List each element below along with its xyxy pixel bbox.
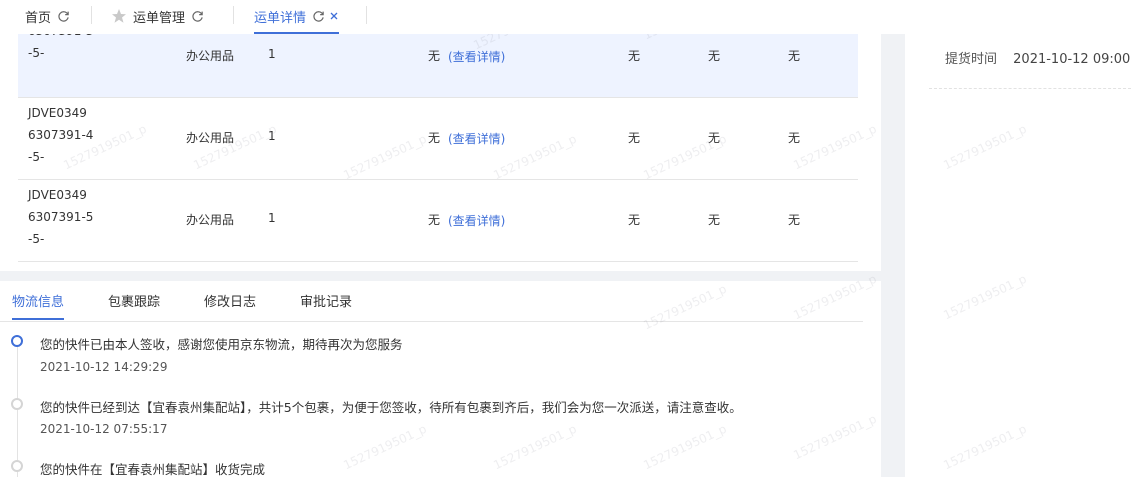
- code-line: JDVE0349: [28, 188, 87, 202]
- table-row[interactable]: JDVE0349 6307391-4 -5- 办公用品 1 无 (查看详情) 无…: [18, 97, 858, 180]
- dashed-divider: [929, 88, 1131, 89]
- cell-value: 无: [788, 213, 801, 227]
- watermark: 1527919501_p: [491, 421, 579, 473]
- tab-waybill-management-label: 运单管理: [133, 10, 186, 26]
- cell-value: 无: [788, 49, 801, 63]
- cell-value: 无: [628, 49, 641, 63]
- pickup-time-value: 2021-10-12 09:00:0: [1013, 52, 1131, 67]
- tab-waybill-detail-label: 运单详情: [254, 10, 307, 26]
- watermark: 1527919501_p: [341, 421, 429, 473]
- tab-divider: [366, 6, 367, 24]
- timeline-event-time: 2021-10-12 07:55:17: [40, 422, 168, 436]
- item-category: 办公用品: [186, 49, 235, 63]
- cell-value: 无: [788, 131, 801, 145]
- pickup-time-label: 提货时间: [945, 52, 998, 67]
- tab-waybill-detail[interactable]: 运单详情: [254, 0, 340, 34]
- tab-approval-records[interactable]: 审批记录: [300, 291, 352, 318]
- timeline-event-time: 2021-10-12 14:29:29: [40, 360, 168, 374]
- timeline-dot: [11, 460, 23, 472]
- star-icon[interactable]: [111, 8, 127, 24]
- code-line: -5-: [28, 46, 45, 60]
- pickup-time: 提货时间 2021-10-12 09:00:0: [945, 48, 1131, 67]
- tab-bar: 首页 运单管理 运单详情: [0, 0, 1131, 34]
- item-quantity: 1: [268, 47, 276, 61]
- view-details-link[interactable]: (查看详情): [448, 130, 505, 147]
- timeline-dot: [11, 335, 23, 347]
- timeline-event-text: 您的快件已由本人签收，感谢您使用京东物流，期待再次为您服务: [40, 337, 403, 352]
- tab-home[interactable]: 首页: [25, 0, 70, 32]
- watermark: 1527919501_p: [941, 271, 1029, 323]
- item-quantity: 1: [268, 211, 276, 225]
- view-details-link[interactable]: (查看详情): [448, 48, 505, 65]
- refresh-icon[interactable]: [57, 10, 70, 23]
- cell-value: 无: [428, 213, 441, 227]
- tab-logistics-info[interactable]: 物流信息: [12, 291, 65, 320]
- timeline-line: [17, 346, 18, 477]
- code-line: JDVE0349: [28, 106, 87, 120]
- cell-value: 无: [708, 213, 721, 227]
- cell-value: 无: [708, 131, 721, 145]
- section-divider: [0, 271, 881, 281]
- watermark: 1527919501_p: [791, 411, 879, 463]
- waybill-code: JDVE0349 6307391-5 -5-: [28, 184, 93, 250]
- item-quantity: 1: [268, 129, 276, 143]
- watermark: 1527919501_p: [641, 421, 729, 473]
- waybill-code: JDVE0349 6307391-4 -5-: [28, 102, 93, 168]
- cell-value: 无: [428, 49, 441, 63]
- tab-package-tracking[interactable]: 包裹跟踪: [108, 291, 160, 318]
- tab-divider: [91, 6, 92, 24]
- cell-value: 无: [708, 49, 721, 63]
- view-details-link[interactable]: (查看详情): [448, 212, 505, 229]
- timeline-event-text: 您的快件已经到达【宜春袁州集配站】，共计5个包裹，为便于您签收，待所有包裹到齐后…: [40, 400, 742, 415]
- tab-divider: [233, 6, 234, 24]
- cell-value: 无: [428, 131, 441, 145]
- cell-value: 无: [628, 213, 641, 227]
- refresh-icon[interactable]: [191, 10, 204, 23]
- tab-change-log[interactable]: 修改日志: [204, 291, 256, 318]
- timeline-dot: [11, 398, 23, 410]
- item-category: 办公用品: [186, 213, 235, 227]
- cell-value: 无: [628, 131, 641, 145]
- timeline-event-text: 您的快件在【宜春袁州集配站】收货完成: [40, 462, 266, 477]
- refresh-icon[interactable]: [312, 10, 325, 23]
- tab-waybill-management[interactable]: 运单管理: [111, 0, 204, 32]
- panel-divider: [881, 34, 905, 477]
- watermark: 1527919501_p: [941, 121, 1029, 173]
- table-row[interactable]: JDVE0349 6307391-5 -5- 办公用品 1 无 (查看详情) 无…: [18, 179, 858, 262]
- tab-home-label: 首页: [25, 10, 52, 26]
- code-line: -5-: [28, 232, 45, 246]
- code-line: 6307391-4: [28, 128, 94, 142]
- logistics-tabs: 物流信息 包裹跟踪 修改日志 审批记录: [0, 281, 863, 322]
- code-line: -5-: [28, 150, 45, 164]
- code-line: 6307391-5: [28, 210, 94, 224]
- close-icon[interactable]: [329, 11, 339, 21]
- watermark: 1527919501_p: [941, 421, 1029, 473]
- item-category: 办公用品: [186, 131, 235, 145]
